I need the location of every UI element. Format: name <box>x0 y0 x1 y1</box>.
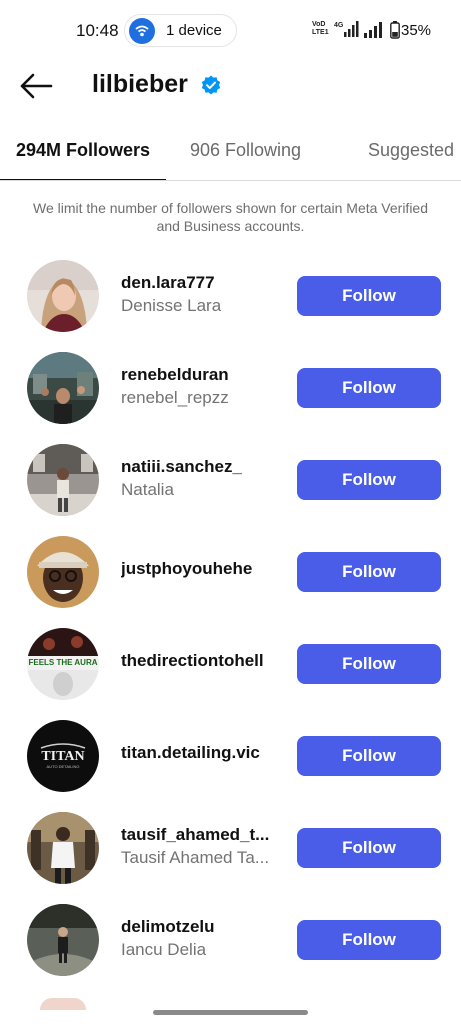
follow-button[interactable]: Follow <box>297 276 441 316</box>
home-indicator[interactable] <box>153 1010 308 1015</box>
list-item[interactable]: delimotzelu Iancu Delia Follow <box>0 894 461 986</box>
list-item[interactable]: natiii.sanchez_ Natalia Follow <box>0 434 461 526</box>
status-time: 10:48 <box>76 21 119 40</box>
status-bar: 10:48 1 device VoD LTE1 4G 35% <box>0 0 461 62</box>
username[interactable]: natiii.sanchez_ <box>121 457 242 477</box>
username[interactable]: renebelduran <box>121 365 229 385</box>
follow-button[interactable]: Follow <box>297 460 441 500</box>
volte-icon: VoD LTE1 <box>312 21 329 36</box>
avatar-text: FEELS THE AURA <box>28 658 97 667</box>
full-name: Natalia <box>121 480 174 499</box>
follow-button[interactable]: Follow <box>297 920 441 960</box>
username[interactable]: thedirectiontohell <box>121 651 264 671</box>
tab-followers[interactable]: 294M Followers <box>16 140 150 161</box>
tab-following[interactable]: 906 Following <box>190 140 301 161</box>
username[interactable]: delimotzelu <box>121 917 215 937</box>
connected-device-pill[interactable]: 1 device <box>124 14 237 47</box>
verified-badge-icon <box>201 75 221 95</box>
avatar[interactable] <box>27 444 99 516</box>
list-item[interactable]: justphoyouhehe Follow <box>0 526 461 618</box>
full-name: Denisse Lara <box>121 296 222 315</box>
back-button[interactable] <box>18 70 54 102</box>
tab-suggested[interactable]: Suggested <box>368 140 454 161</box>
avatar[interactable] <box>40 998 86 1010</box>
avatar[interactable]: FEELS THE AURA <box>27 628 99 700</box>
avatar-text: TITAN <box>41 749 84 764</box>
follow-button[interactable]: Follow <box>297 644 441 684</box>
avatar[interactable] <box>27 260 99 332</box>
avatar[interactable]: TITAN AUTO DETAILING <box>27 720 99 792</box>
follower-list: den.lara777 Denisse Lara Follow renebeld… <box>0 250 461 986</box>
username[interactable]: titan.detailing.vic <box>121 743 260 763</box>
full-name: renebel_repzz <box>121 388 229 407</box>
battery-percent: 35% <box>401 22 432 39</box>
follow-button[interactable]: Follow <box>297 368 441 408</box>
svg-text:4G: 4G <box>334 22 344 29</box>
arrow-left-icon <box>20 73 53 99</box>
battery-icon <box>390 21 400 39</box>
avatar[interactable] <box>27 536 99 608</box>
username[interactable]: den.lara777 <box>121 273 215 293</box>
page-title: lilbieber <box>92 70 188 98</box>
username[interactable]: tausif_ahamed_t... <box>121 825 269 845</box>
avatar-subtext: AUTO DETAILING <box>47 764 80 769</box>
device-label: 1 device <box>166 22 222 39</box>
list-item[interactable]: renebelduran renebel_repzz Follow <box>0 342 461 434</box>
avatar[interactable] <box>27 352 99 424</box>
signal-2-icon <box>364 22 382 38</box>
follow-button[interactable]: Follow <box>297 552 441 592</box>
list-item[interactable]: FEELS THE AURA thedirectiontohell Follow <box>0 618 461 710</box>
wifi-device-icon <box>129 18 155 44</box>
avatar[interactable] <box>27 904 99 976</box>
follow-button[interactable]: Follow <box>297 736 441 776</box>
follow-tabs: 294M Followers 906 Following Suggested <box>0 130 461 182</box>
avatar[interactable] <box>27 812 99 884</box>
full-name: Tausif Ahamed Ta... <box>121 848 270 867</box>
signal-icon: 4G <box>334 21 359 37</box>
header: lilbieber <box>0 62 461 112</box>
username[interactable]: justphoyouhehe <box>121 559 252 579</box>
tab-divider <box>0 180 461 181</box>
list-item[interactable]: den.lara777 Denisse Lara Follow <box>0 250 461 342</box>
full-name: Iancu Delia <box>121 940 207 959</box>
follower-limit-notice: We limit the number of followers shown f… <box>32 200 429 234</box>
list-item[interactable]: TITAN AUTO DETAILING titan.detailing.vic… <box>0 710 461 802</box>
follow-button[interactable]: Follow <box>297 828 441 868</box>
list-item[interactable]: tausif_ahamed_t... Tausif Ahamed Ta... F… <box>0 802 461 894</box>
